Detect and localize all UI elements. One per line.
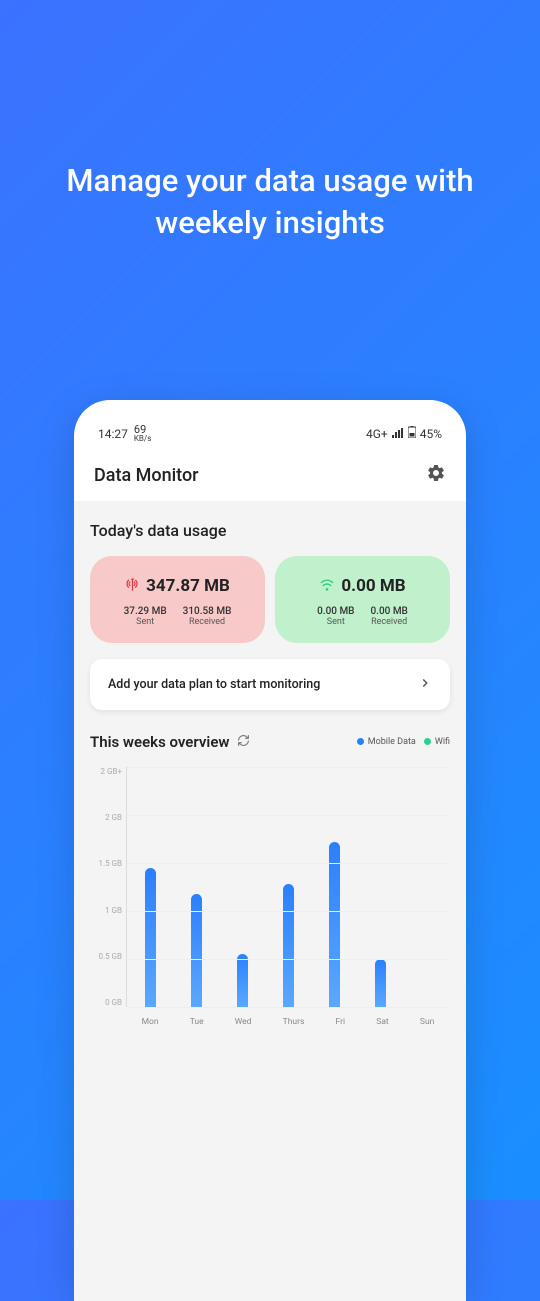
signal-icon	[392, 427, 404, 441]
bar-thurs	[283, 884, 294, 1007]
wifi-received-value: 0.00 MB	[371, 606, 408, 617]
x-label: Thurs	[283, 1017, 305, 1027]
legend-dot-blue	[357, 738, 364, 745]
mobile-data-card[interactable]: 347.87 MB 37.29 MB Sent 310.58 MB Receiv…	[90, 556, 265, 643]
status-network: 4G+	[366, 427, 388, 441]
antenna-icon	[125, 577, 140, 596]
status-speed: 69 KB/s	[134, 424, 151, 443]
bar-wed	[237, 954, 248, 1007]
wifi-icon	[319, 576, 335, 596]
wifi-total: 0.00 MB	[341, 576, 405, 596]
weekly-chart: 2 GB+ 2 GB 1.5 GB 1 GB 0.5 GB 0 GB Mon Tu…	[90, 767, 450, 1027]
app-header: Data Monitor	[74, 447, 466, 501]
x-label: Wed	[235, 1017, 252, 1027]
x-label: Sat	[376, 1017, 388, 1027]
legend-wifi: Wifi	[424, 737, 450, 747]
x-label: Fri	[336, 1017, 346, 1027]
gear-icon[interactable]	[426, 463, 446, 487]
refresh-icon[interactable]	[237, 732, 250, 751]
y-axis: 2 GB+ 2 GB 1.5 GB 1 GB 0.5 GB 0 GB	[90, 767, 126, 1007]
x-label: Tue	[190, 1017, 204, 1027]
legend-mobile: Mobile Data	[357, 737, 416, 747]
x-label: Sun	[420, 1017, 434, 1027]
status-bar: 14:27 69 KB/s 4G+ 45%	[74, 418, 466, 447]
chart-legend: Mobile Data Wifi	[357, 737, 450, 747]
wifi-data-card[interactable]: 0.00 MB 0.00 MB Sent 0.00 MB Received	[275, 556, 450, 643]
battery-icon	[408, 426, 416, 441]
app-title: Data Monitor	[94, 465, 199, 486]
x-label: Mon	[142, 1017, 159, 1027]
wifi-received-label: Received	[371, 617, 408, 627]
chevron-right-icon	[418, 675, 432, 694]
today-title: Today's data usage	[90, 521, 450, 540]
status-time: 14:27	[98, 427, 128, 441]
x-axis: Mon Tue Wed Thurs Fri Sat Sun	[126, 1017, 450, 1027]
mobile-total: 347.87 MB	[146, 576, 230, 596]
wifi-sent-label: Sent	[317, 617, 354, 627]
legend-dot-green	[424, 738, 431, 745]
add-plan-banner[interactable]: Add your data plan to start monitoring	[90, 659, 450, 710]
plot-area	[126, 767, 450, 1007]
overview-title: This weeks overview	[90, 733, 229, 751]
mobile-received-value: 310.58 MB	[183, 606, 232, 617]
mobile-sent-label: Sent	[124, 617, 167, 627]
bar-mon	[145, 868, 156, 1007]
content-area: Today's data usage 347.87 MB 37.29 MB Se…	[74, 501, 466, 1301]
phone-mockup: 14:27 69 KB/s 4G+ 45% Data Monitor Today…	[74, 400, 466, 1301]
mobile-sent-value: 37.29 MB	[124, 606, 167, 617]
bar-sat	[375, 959, 386, 1007]
status-battery: 45%	[420, 427, 442, 441]
bar-fri	[329, 842, 340, 1007]
wifi-sent-value: 0.00 MB	[317, 606, 354, 617]
mobile-received-label: Received	[183, 617, 232, 627]
promo-headline: Manage your data usage with weekely insi…	[0, 0, 540, 244]
plan-banner-text: Add your data plan to start monitoring	[108, 677, 320, 692]
